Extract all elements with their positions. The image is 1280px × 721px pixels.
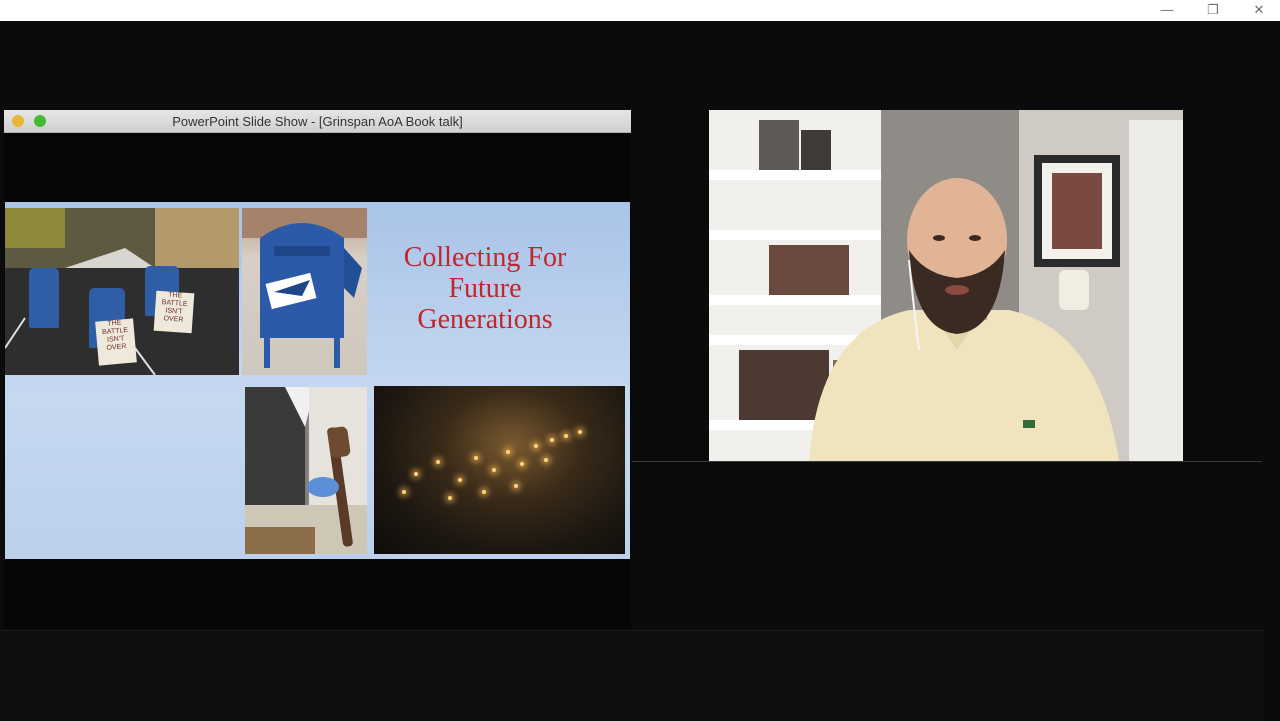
speaker-video: [709, 110, 1183, 461]
torch-light: [482, 490, 486, 494]
torch-light: [578, 430, 582, 434]
shared-screen: PowerPoint Slide Show - [Grinspan AoA Bo…: [4, 110, 631, 629]
slide-title-line-1: Collecting For: [403, 242, 567, 273]
torch-light: [506, 450, 510, 454]
torch-light: [564, 434, 568, 438]
close-button[interactable]: ✕: [1236, 0, 1280, 21]
window-titlebar: — ❐ ✕: [0, 0, 1280, 21]
speaker-video-frame: [709, 110, 1183, 461]
slide-title-line-2: Future: [448, 273, 522, 304]
torch-light: [544, 458, 548, 462]
slide-photo-usps-mailbox: [242, 208, 367, 375]
slide-photo-torch-march: [374, 386, 625, 554]
powerpoint-window-title: PowerPoint Slide Show - [Grinspan AoA Bo…: [172, 114, 463, 129]
torch-light: [458, 478, 462, 482]
torch-light: [520, 462, 524, 466]
slide: THE BATTLE ISN'T OVER THE BATTLE ISN'T O…: [5, 202, 630, 559]
slide-title-line-3: Generations: [417, 304, 553, 335]
torch-light: [402, 490, 406, 494]
torch-light: [550, 438, 554, 442]
powerpoint-titlebar: PowerPoint Slide Show - [Grinspan AoA Bo…: [4, 110, 631, 133]
torch-light: [448, 496, 452, 500]
minimize-button[interactable]: —: [1144, 0, 1190, 21]
torch-light: [514, 484, 518, 488]
slide-title: Collecting For Future Generations: [370, 242, 600, 335]
torch-light: [534, 444, 538, 448]
gallery-divider: [632, 461, 1262, 462]
bottom-bar: [0, 630, 1264, 721]
mailbox-costume-1: [29, 268, 59, 328]
torch-light: [414, 472, 418, 476]
slide-photo-museum-object: [245, 387, 367, 554]
protest-sign-1: THE BATTLE ISN'T OVER: [95, 318, 137, 366]
protest-sign-2: THE BATTLE ISN'T OVER: [153, 290, 195, 334]
slide-photo-protest-mailboxes: THE BATTLE ISN'T OVER THE BATTLE ISN'T O…: [5, 208, 239, 375]
torch-light: [492, 468, 496, 472]
torch-light: [436, 460, 440, 464]
torch-light: [474, 456, 478, 460]
restore-button[interactable]: ❐: [1190, 0, 1236, 21]
